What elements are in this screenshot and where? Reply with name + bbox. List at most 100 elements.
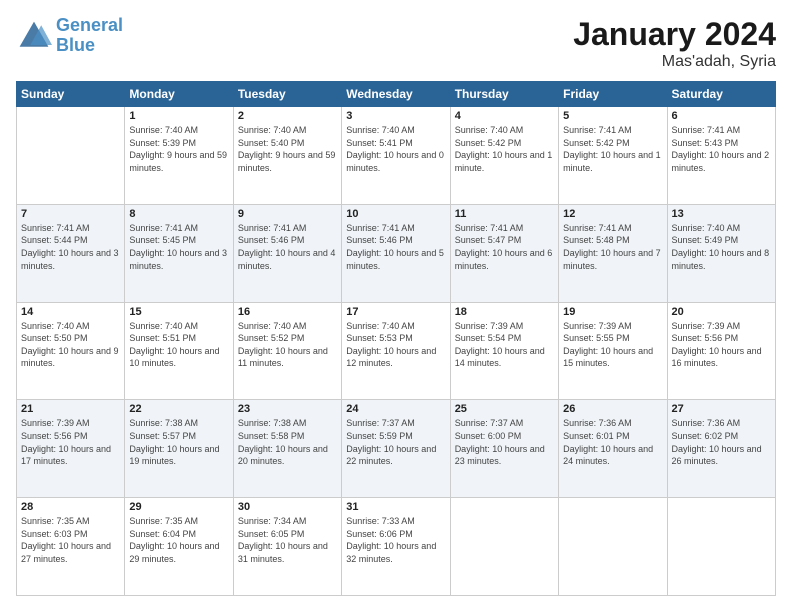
page: General Blue January 2024 Mas'adah, Syri…	[0, 0, 792, 612]
calendar-cell: 17 Sunrise: 7:40 AM Sunset: 5:53 PM Dayli…	[342, 302, 450, 400]
calendar-cell: 24 Sunrise: 7:37 AM Sunset: 5:59 PM Dayli…	[342, 400, 450, 498]
calendar-week-row: 14 Sunrise: 7:40 AM Sunset: 5:50 PM Dayli…	[17, 302, 776, 400]
day-number: 3	[346, 110, 445, 122]
weekday-header: Sunday	[17, 82, 125, 107]
calendar-cell: 4Sunrise: 7:40 AM Sunset: 5:42 PM Daylig…	[450, 107, 558, 205]
day-number: 7	[21, 208, 120, 220]
header: General Blue January 2024 Mas'adah, Syri…	[16, 16, 776, 71]
day-number: 23	[238, 403, 337, 415]
calendar-cell: 23 Sunrise: 7:38 AM Sunset: 5:58 PM Dayli…	[233, 400, 341, 498]
day-number: 6	[672, 110, 771, 122]
day-info: Sunrise: 7:41 AM Sunset: 5:44 PM Dayligh…	[21, 222, 120, 272]
day-number: 25	[455, 403, 554, 415]
calendar-cell: 2 Sunrise: 7:40 AM Sunset: 5:40 PM Daylig…	[233, 107, 341, 205]
location: Mas'adah, Syria	[573, 53, 776, 71]
month-title: January 2024	[573, 16, 776, 53]
day-number: 16	[238, 306, 337, 318]
day-number: 29	[129, 501, 228, 513]
calendar-cell: 20 Sunrise: 7:39 AM Sunset: 5:56 PM Dayli…	[667, 302, 775, 400]
day-number: 8	[129, 208, 228, 220]
calendar-cell: 22Sunrise: 7:38 AM Sunset: 5:57 PM Dayli…	[125, 400, 233, 498]
day-info: Sunrise: 7:40 AM Sunset: 5:40 PM Dayligh…	[238, 124, 337, 174]
day-number: 14	[21, 306, 120, 318]
day-number: 5	[563, 110, 662, 122]
day-info: Sunrise: 7:33 AM Sunset: 6:06 PM Dayligh…	[346, 515, 445, 565]
day-info: Sunrise: 7:39 AM Sunset: 5:54 PM Dayligh…	[455, 320, 554, 370]
day-info: Sunrise: 7:41 AM Sunset: 5:42 PM Dayligh…	[563, 124, 662, 174]
calendar-cell: 28 Sunrise: 7:35 AM Sunset: 6:03 PM Dayli…	[17, 498, 125, 596]
calendar-cell: 8 Sunrise: 7:41 AM Sunset: 5:45 PM Daylig…	[125, 204, 233, 302]
day-info: Sunrise: 7:36 AM Sunset: 6:01 PM Dayligh…	[563, 417, 662, 467]
day-number: 20	[672, 306, 771, 318]
day-number: 27	[672, 403, 771, 415]
calendar-cell	[450, 498, 558, 596]
day-info: Sunrise: 7:39 AM Sunset: 5:55 PM Dayligh…	[563, 320, 662, 370]
weekday-header: Thursday	[450, 82, 558, 107]
day-number: 17	[346, 306, 445, 318]
day-info: Sunrise: 7:38 AM Sunset: 5:58 PM Dayligh…	[238, 417, 337, 467]
calendar-cell: 16Sunrise: 7:40 AM Sunset: 5:52 PM Dayli…	[233, 302, 341, 400]
day-number: 26	[563, 403, 662, 415]
day-info: Sunrise: 7:40 AM Sunset: 5:41 PM Dayligh…	[346, 124, 445, 174]
calendar-cell: 26 Sunrise: 7:36 AM Sunset: 6:01 PM Dayli…	[559, 400, 667, 498]
calendar-cell: 29 Sunrise: 7:35 AM Sunset: 6:04 PM Dayli…	[125, 498, 233, 596]
day-info: Sunrise: 7:40 AM Sunset: 5:50 PM Dayligh…	[21, 320, 120, 370]
day-number: 11	[455, 208, 554, 220]
day-number: 21	[21, 403, 120, 415]
day-info: Sunrise: 7:40 AM Sunset: 5:53 PM Dayligh…	[346, 320, 445, 370]
weekday-header: Tuesday	[233, 82, 341, 107]
calendar-cell: 25 Sunrise: 7:37 AM Sunset: 6:00 PM Dayli…	[450, 400, 558, 498]
weekday-header: Saturday	[667, 82, 775, 107]
calendar-cell: 18 Sunrise: 7:39 AM Sunset: 5:54 PM Dayli…	[450, 302, 558, 400]
calendar-cell: 9 Sunrise: 7:41 AM Sunset: 5:46 PM Daylig…	[233, 204, 341, 302]
day-info: Sunrise: 7:35 AM Sunset: 6:03 PM Dayligh…	[21, 515, 120, 565]
day-info: Sunrise: 7:41 AM Sunset: 5:45 PM Dayligh…	[129, 222, 228, 272]
day-number: 10	[346, 208, 445, 220]
day-info: Sunrise: 7:37 AM Sunset: 5:59 PM Dayligh…	[346, 417, 445, 467]
title-area: January 2024 Mas'adah, Syria	[573, 16, 776, 71]
calendar-cell: 7 Sunrise: 7:41 AM Sunset: 5:44 PM Daylig…	[17, 204, 125, 302]
calendar-cell: 12 Sunrise: 7:41 AM Sunset: 5:48 PM Dayli…	[559, 204, 667, 302]
calendar-table: SundayMondayTuesdayWednesdayThursdayFrid…	[16, 81, 776, 596]
day-info: Sunrise: 7:35 AM Sunset: 6:04 PM Dayligh…	[129, 515, 228, 565]
calendar-cell: 5 Sunrise: 7:41 AM Sunset: 5:42 PM Daylig…	[559, 107, 667, 205]
weekday-header: Friday	[559, 82, 667, 107]
day-info: Sunrise: 7:41 AM Sunset: 5:47 PM Dayligh…	[455, 222, 554, 272]
calendar-week-row: 1Sunrise: 7:40 AM Sunset: 5:39 PM Daylig…	[17, 107, 776, 205]
calendar-cell: 15 Sunrise: 7:40 AM Sunset: 5:51 PM Dayli…	[125, 302, 233, 400]
day-info: Sunrise: 7:40 AM Sunset: 5:51 PM Dayligh…	[129, 320, 228, 370]
weekday-header: Monday	[125, 82, 233, 107]
calendar-cell: 11 Sunrise: 7:41 AM Sunset: 5:47 PM Dayli…	[450, 204, 558, 302]
calendar-cell: 27 Sunrise: 7:36 AM Sunset: 6:02 PM Dayli…	[667, 400, 775, 498]
day-info: Sunrise: 7:41 AM Sunset: 5:46 PM Dayligh…	[238, 222, 337, 272]
calendar-cell: 1Sunrise: 7:40 AM Sunset: 5:39 PM Daylig…	[125, 107, 233, 205]
day-info: Sunrise: 7:40 AM Sunset: 5:49 PM Dayligh…	[672, 222, 771, 272]
day-number: 9	[238, 208, 337, 220]
day-number: 24	[346, 403, 445, 415]
day-number: 2	[238, 110, 337, 122]
calendar-cell: 3 Sunrise: 7:40 AM Sunset: 5:41 PM Daylig…	[342, 107, 450, 205]
day-info: Sunrise: 7:36 AM Sunset: 6:02 PM Dayligh…	[672, 417, 771, 467]
calendar-cell: 10Sunrise: 7:41 AM Sunset: 5:46 PM Dayli…	[342, 204, 450, 302]
day-info: Sunrise: 7:34 AM Sunset: 6:05 PM Dayligh…	[238, 515, 337, 565]
day-info: Sunrise: 7:39 AM Sunset: 5:56 PM Dayligh…	[21, 417, 120, 467]
day-number: 28	[21, 501, 120, 513]
day-info: Sunrise: 7:40 AM Sunset: 5:42 PM Dayligh…	[455, 124, 554, 174]
calendar-cell: 14 Sunrise: 7:40 AM Sunset: 5:50 PM Dayli…	[17, 302, 125, 400]
day-info: Sunrise: 7:41 AM Sunset: 5:43 PM Dayligh…	[672, 124, 771, 174]
day-number: 31	[346, 501, 445, 513]
calendar-week-row: 21 Sunrise: 7:39 AM Sunset: 5:56 PM Dayli…	[17, 400, 776, 498]
calendar-cell	[667, 498, 775, 596]
day-number: 18	[455, 306, 554, 318]
day-info: Sunrise: 7:41 AM Sunset: 5:48 PM Dayligh…	[563, 222, 662, 272]
calendar-cell: 30Sunrise: 7:34 AM Sunset: 6:05 PM Dayli…	[233, 498, 341, 596]
calendar-week-row: 28 Sunrise: 7:35 AM Sunset: 6:03 PM Dayli…	[17, 498, 776, 596]
weekday-header: Wednesday	[342, 82, 450, 107]
day-number: 1	[129, 110, 228, 122]
day-info: Sunrise: 7:39 AM Sunset: 5:56 PM Dayligh…	[672, 320, 771, 370]
day-number: 15	[129, 306, 228, 318]
day-info: Sunrise: 7:37 AM Sunset: 6:00 PM Dayligh…	[455, 417, 554, 467]
calendar-cell: 13Sunrise: 7:40 AM Sunset: 5:49 PM Dayli…	[667, 204, 775, 302]
calendar-cell: 6 Sunrise: 7:41 AM Sunset: 5:43 PM Daylig…	[667, 107, 775, 205]
day-number: 12	[563, 208, 662, 220]
